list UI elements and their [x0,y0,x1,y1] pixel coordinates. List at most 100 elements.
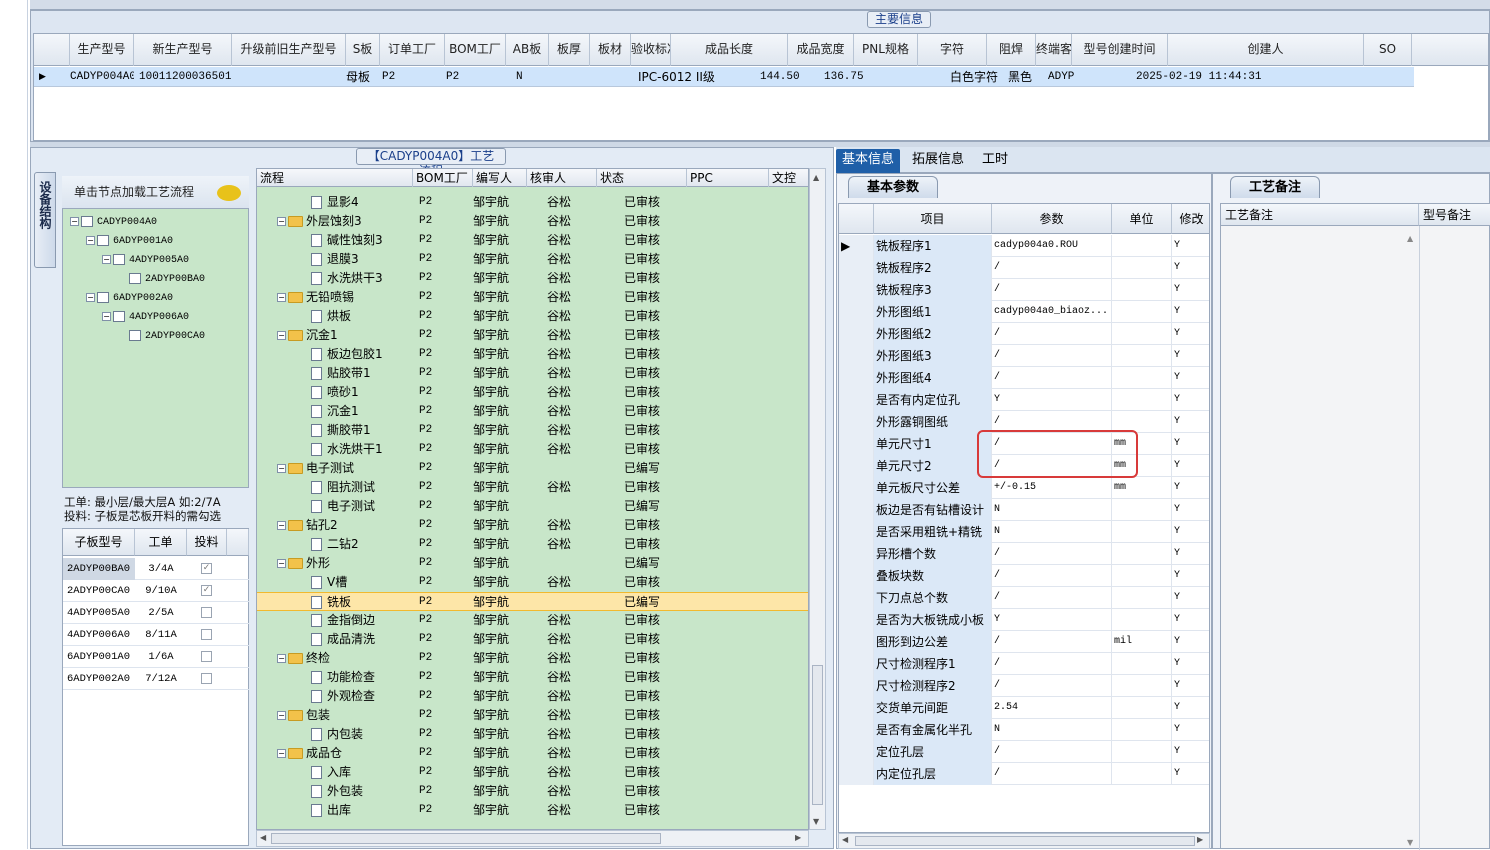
tab-work-hours[interactable]: 工时 [976,149,1014,173]
param-modify[interactable]: Y [1172,411,1209,433]
process-row[interactable]: − 外形 P2 邹宇航 已编写 [257,554,808,573]
param-row[interactable]: 外形图纸1 cadyp004a0_biaoz... Y [839,301,1209,323]
param-value[interactable]: / [992,587,1112,609]
param-row[interactable]: 外形图纸2/ Y [839,323,1209,345]
process-row[interactable]: 阻抗测试 P2 邹宇航 谷松 已审核 [257,478,808,497]
param-value[interactable]: Y [992,609,1112,631]
process-vertical-scrollbar[interactable]: ▲ ▼ [809,168,826,830]
process-row[interactable]: 出库 P2 邹宇航 谷松 已审核 [257,801,808,820]
process-row[interactable]: 成品清洗 P2 邹宇航 谷松 已审核 [257,630,808,649]
process-row[interactable]: 撕胶带1 P2 邹宇航 谷松 已审核 [257,421,808,440]
process-row[interactable]: 入库 P2 邹宇航 谷松 已审核 [257,763,808,782]
param-modify[interactable]: Y [1172,235,1209,257]
param-value[interactable]: Y [992,389,1112,411]
process-row[interactable]: − 钻孔2 P2 邹宇航 谷松 已审核 [257,516,808,535]
param-value[interactable]: N [992,499,1112,521]
param-row[interactable]: 下刀点总个数 / Y [839,587,1209,609]
tab-extended-info[interactable]: 拓展信息 [906,149,970,173]
param-row[interactable]: 外形图纸3/ Y [839,345,1209,367]
param-modify[interactable]: Y [1172,499,1209,521]
tree-collapse-icon[interactable]: − [277,331,286,340]
param-value[interactable]: / [992,631,1112,653]
scroll-left-icon[interactable]: ◀ [842,835,848,844]
scroll-up-icon[interactable]: ▲ [813,173,819,182]
param-modify[interactable]: Y [1172,521,1209,543]
param-modify[interactable]: Y [1172,257,1209,279]
param-modify[interactable]: Y [1172,719,1209,741]
param-modify[interactable]: Y [1172,389,1209,411]
process-row[interactable]: 板边包胶1 P2 邹宇航 谷松 已审核 [257,345,808,364]
param-row[interactable]: 尺寸检测程序1/ Y [839,653,1209,675]
param-row[interactable]: 图形到边公差 / mil Y [839,631,1209,653]
param-value[interactable]: / [992,741,1112,763]
param-value[interactable]: 2.54 [992,697,1112,719]
hscroll-thumb[interactable] [271,833,661,844]
process-horizontal-scrollbar[interactable]: ◀ ▶ [256,830,809,847]
tree-collapse-icon[interactable]: − [277,559,286,568]
param-modify[interactable]: Y [1172,433,1209,455]
process-row[interactable]: 显影4 P2 邹宇航 谷松 已审核 [257,193,808,212]
param-row[interactable]: 是否采用粗铣+精铣 N Y [839,521,1209,543]
scroll-thumb[interactable] [812,665,823,805]
param-modify[interactable]: Y [1172,697,1209,719]
param-value[interactable]: / [992,323,1112,345]
basic-params-group-tab[interactable]: 基本参数 [848,176,938,198]
process-row[interactable]: − 终检 P2 邹宇航 谷松 已审核 [257,649,808,668]
param-value[interactable]: / [992,345,1112,367]
params-horizontal-scrollbar[interactable]: ◀ ▶ [838,833,1210,849]
param-value[interactable]: +/-0.15 [992,477,1112,499]
param-row[interactable]: ▶ 铣板程序1 cadyp004a0.ROU Y [839,235,1209,257]
process-row[interactable]: 水洗烘干3 P2 邹宇航 谷松 已审核 [257,269,808,288]
param-row[interactable]: 板边是否有钻槽设计 N Y [839,499,1209,521]
param-value[interactable]: / [992,257,1112,279]
tree-node[interactable]: − 6ADYP002A0 [86,288,173,306]
feed-checkbox[interactable] [201,629,212,640]
tree-node[interactable]: 2ADYP00BA0 [118,269,205,287]
main-grid-row[interactable]: ▶ CADYP004A0 10011200036501 母板 P2 P2 N IPC-6012… [34,67,1414,87]
param-modify[interactable]: Y [1172,279,1209,301]
sub-row[interactable]: 4ADYP005A0 2/5A [63,602,249,624]
sub-row[interactable]: 2ADYP00BA0 3/4A ✓ [63,558,249,580]
process-row[interactable]: 烘板 P2 邹宇航 谷松 已审核 [257,307,808,326]
feed-checkbox[interactable] [201,651,212,662]
param-row[interactable]: 尺寸检测程序2/ Y [839,675,1209,697]
process-row[interactable]: − 成品仓 P2 邹宇航 谷松 已审核 [257,744,808,763]
tree-collapse-icon[interactable]: − [277,521,286,530]
tree-collapse-icon[interactable]: − [277,711,286,720]
param-value[interactable]: cadyp004a0_biaoz... [992,301,1112,323]
param-value[interactable]: / [992,653,1112,675]
process-row[interactable]: 退膜3 P2 邹宇航 谷松 已审核 [257,250,808,269]
tree-collapse-icon[interactable]: − [277,293,286,302]
feed-checkbox[interactable] [201,607,212,618]
sub-row[interactable]: 6ADYP002A0 7/12A [63,668,249,690]
param-row[interactable]: 是否有金属化半孔 N Y [839,719,1209,741]
param-row[interactable]: 铣板程序3/ Y [839,279,1209,301]
scroll-right-icon[interactable]: ▶ [795,833,801,842]
process-row[interactable]: − 包装 P2 邹宇航 谷松 已审核 [257,706,808,725]
process-row[interactable]: 贴胶带1 P2 邹宇航 谷松 已审核 [257,364,808,383]
process-row[interactable]: − 沉金1 P2 邹宇航 谷松 已审核 [257,326,808,345]
process-row[interactable]: − 电子测试 P2 邹宇航 已编写 [257,459,808,478]
tree-node[interactable]: − 6ADYP001A0 [86,231,173,249]
param-value[interactable]: / [992,279,1112,301]
feed-checkbox[interactable]: ✓ [201,563,212,574]
tab-basic-info[interactable]: 基本信息 [836,149,901,173]
remark-group-tab[interactable]: 工艺备注 [1230,176,1320,198]
param-value[interactable]: / [992,763,1112,785]
sub-row[interactable]: 2ADYP00CA0 9/10A ✓ [63,580,249,602]
param-value[interactable]: cadyp004a0.ROU [992,235,1112,257]
param-modify[interactable]: Y [1172,565,1209,587]
process-row[interactable]: 碱性蚀刻3 P2 邹宇航 谷松 已审核 [257,231,808,250]
tree-collapse-icon[interactable]: − [70,216,79,226]
scroll-left-icon[interactable]: ◀ [260,833,266,842]
scroll-down-icon[interactable]: ▼ [1407,838,1413,847]
tree-collapse-icon[interactable]: − [102,254,111,264]
tree-collapse-icon[interactable]: − [86,235,95,245]
param-row[interactable]: 定位孔层 / Y [839,741,1209,763]
param-row[interactable]: 叠板块数 / Y [839,565,1209,587]
tree-collapse-icon[interactable]: − [277,654,286,663]
scroll-up-icon[interactable]: ▲ [1407,234,1413,243]
tree-collapse-icon[interactable]: − [277,217,286,226]
feed-checkbox[interactable]: ✓ [201,585,212,596]
process-row[interactable]: 喷砂1 P2 邹宇航 谷松 已审核 [257,383,808,402]
